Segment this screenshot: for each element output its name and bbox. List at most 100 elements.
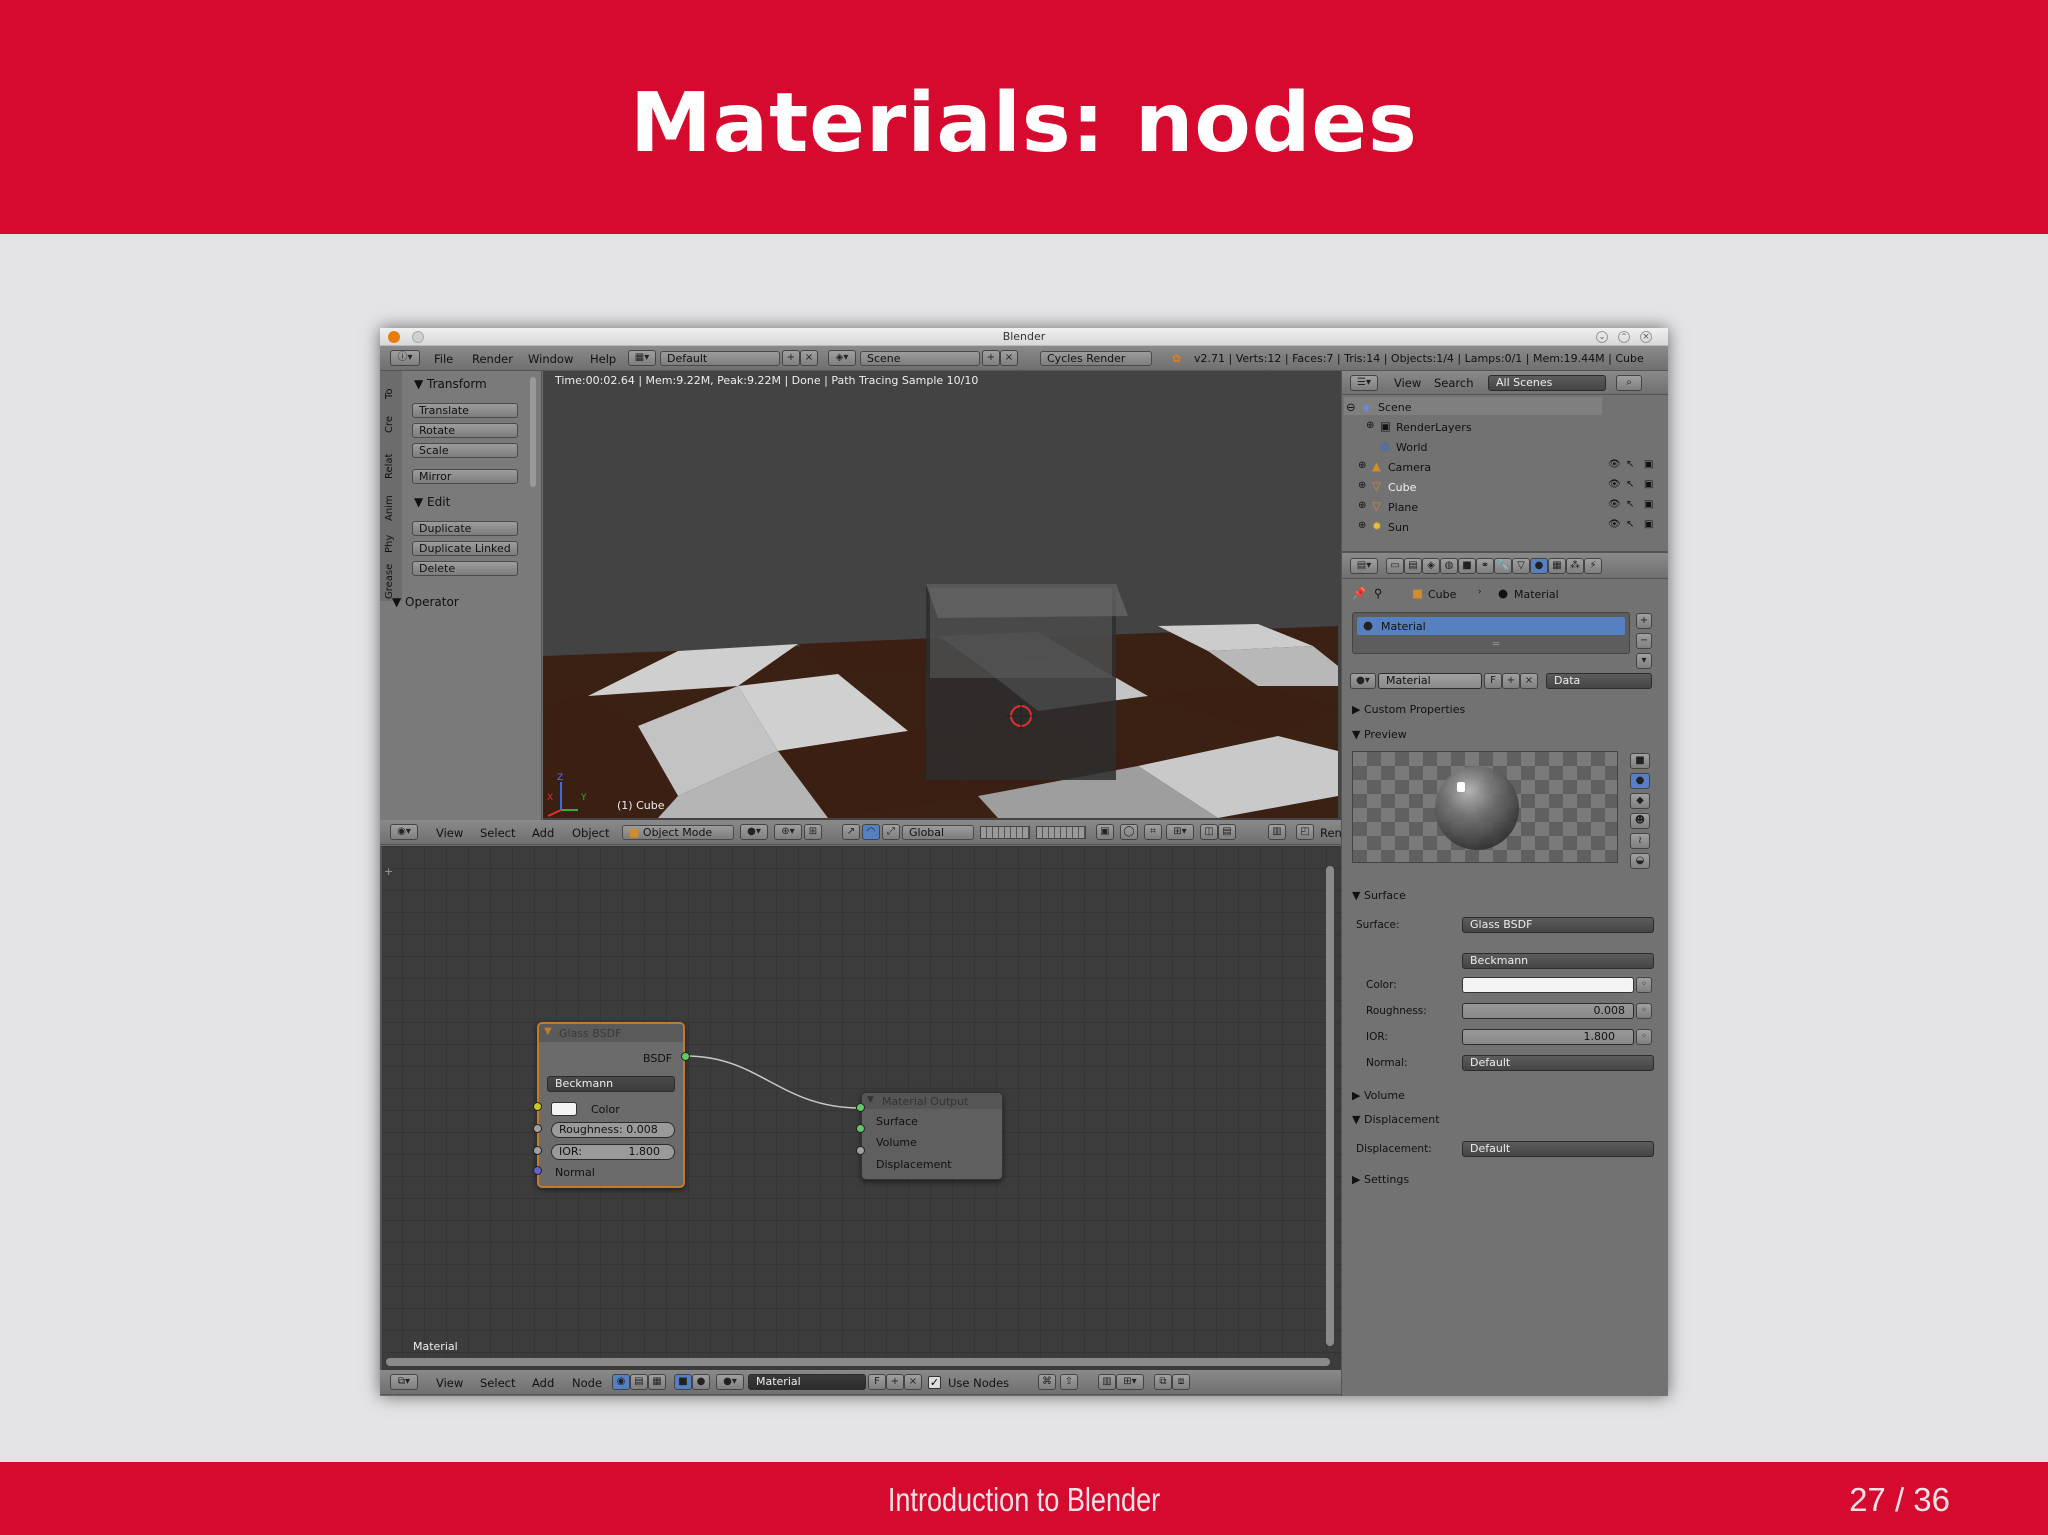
node-paste-icon[interactable]: ⧈ (1172, 1374, 1190, 1390)
slot-add-icon[interactable]: + (1636, 613, 1652, 629)
data-context-icon[interactable]: ▽ (1512, 558, 1530, 574)
outliner-editor-icon[interactable]: ☰▾ (1350, 375, 1378, 391)
menu-file[interactable]: File (434, 352, 453, 366)
preview-cube-icon[interactable]: ◆ (1630, 793, 1650, 809)
outliner-filter-select[interactable]: All Scenes (1488, 375, 1606, 391)
material-slot-list[interactable]: ● Material ═ (1352, 612, 1630, 654)
outliner-menu-view[interactable]: View (1394, 376, 1421, 390)
rotate-manipulator-icon[interactable]: ◠ (862, 824, 880, 840)
texture-context-icon[interactable]: ▦ (1548, 558, 1566, 574)
normal-input-socket[interactable] (533, 1166, 542, 1175)
tab-relations[interactable]: Relat (384, 454, 395, 479)
mode-select[interactable]: ■ Object Mode (622, 825, 734, 840)
slot-specials-icon[interactable]: ▾ (1636, 653, 1652, 669)
viewport-editor-icon[interactable]: ◉▾ (390, 824, 418, 840)
outliner-scene[interactable]: Scene (1378, 401, 1412, 414)
viewport-menu-select[interactable]: Select (480, 826, 515, 840)
scale-manipulator-icon[interactable]: ⤢ (882, 824, 900, 840)
volume-panel[interactable]: ▶ Volume (1352, 1089, 1405, 1102)
node-menu-add[interactable]: Add (532, 1376, 554, 1390)
surface-panel[interactable]: ▼ Surface (1352, 889, 1406, 902)
node-editor-type-icon[interactable]: ⧉▾ (390, 1374, 418, 1390)
material-fake-user-button[interactable]: F (1484, 673, 1502, 689)
plane-expand-icon[interactable]: ⊕ (1358, 500, 1366, 511)
layout-selector[interactable]: Default (660, 351, 780, 366)
viewport-menu-object[interactable]: Object (572, 826, 609, 840)
surface-normal-select[interactable]: Default (1462, 1055, 1654, 1071)
surface-shader-select[interactable]: Glass BSDF (1462, 917, 1654, 933)
tab-tools[interactable]: To (384, 388, 395, 399)
slot-remove-icon[interactable]: − (1636, 633, 1652, 649)
preview-sky-icon[interactable]: ◒ (1630, 853, 1650, 869)
camera-expand-icon[interactable]: ⊕ (1358, 460, 1366, 471)
node-editor-v-scrollbar[interactable] (1326, 866, 1334, 1346)
node-editor[interactable]: + ▼ Glass BSDF BSDF Beckmann Color Rough… (380, 846, 1341, 1370)
duplicate-linked-button[interactable]: Duplicate Linked (412, 541, 518, 556)
scene-icon[interactable]: ◈▾ (828, 350, 856, 366)
use-nodes-checkbox[interactable]: ✓ (928, 1376, 941, 1389)
constraints-context-icon[interactable]: ⚭ (1476, 558, 1494, 574)
texture-nodes-icon[interactable]: ▤ (630, 1374, 648, 1390)
surface-input-socket[interactable] (856, 1103, 865, 1112)
layout-add-icon[interactable]: + (782, 350, 800, 366)
custom-properties-panel[interactable]: ▶ Custom Properties (1352, 703, 1465, 716)
node-menu-node[interactable]: Node (572, 1376, 602, 1390)
displacement-input-socket[interactable] (856, 1146, 865, 1155)
maximize-icon[interactable]: ⌃ (1618, 331, 1630, 343)
world-context-icon[interactable]: ◍ (1440, 558, 1458, 574)
node-material-add-icon[interactable]: + (886, 1374, 904, 1390)
outliner-world[interactable]: World (1396, 441, 1428, 454)
visibility-eye-icon[interactable]: 👁 (1608, 499, 1621, 510)
glass-ior-field[interactable]: IOR: 1.800 (551, 1144, 675, 1160)
object-context-icon[interactable]: ■ (1458, 558, 1476, 574)
layers-grid-a[interactable] (980, 826, 1030, 839)
render-region-icon[interactable]: ◰ (1296, 824, 1314, 840)
menu-render[interactable]: Render (472, 352, 513, 366)
node-backdrop-icon[interactable]: ▥ (1098, 1374, 1116, 1390)
ior-input-socket[interactable] (533, 1146, 542, 1155)
material-slot-row[interactable]: ● Material (1357, 617, 1625, 635)
bsdf-output-socket[interactable] (681, 1052, 690, 1061)
edit-panel-header[interactable]: ▼ Edit (414, 495, 450, 509)
select-arrow-icon[interactable]: ↖ (1626, 479, 1634, 490)
material-context-icon[interactable]: ● (1530, 558, 1548, 574)
surface-ior-field[interactable]: 1.800 (1462, 1029, 1634, 1045)
surface-distribution-select[interactable]: Beckmann (1462, 953, 1654, 969)
sun-expand-icon[interactable]: ⊕ (1358, 520, 1366, 531)
layout-icon[interactable]: ▦▾ (628, 350, 656, 366)
output-collapse-icon[interactable]: ▼ (867, 1095, 874, 1105)
preview-monkey-icon[interactable]: ☻ (1630, 813, 1650, 829)
object-shader-icon[interactable]: ■ (674, 1374, 692, 1390)
node-menu-view[interactable]: View (436, 1376, 463, 1390)
preview-flat-icon[interactable]: ■ (1630, 753, 1650, 769)
material-new-icon[interactable]: + (1502, 673, 1520, 689)
surface-color-swatch[interactable] (1462, 977, 1634, 993)
proportional-edit-icon[interactable]: ◯ (1120, 824, 1138, 840)
outliner-menu-search[interactable]: Search (1434, 376, 1474, 390)
translate-button[interactable]: Translate (412, 403, 518, 418)
outliner-renderlayers[interactable]: RenderLayers (1396, 421, 1472, 434)
select-arrow-icon[interactable]: ↖ (1626, 499, 1634, 510)
scene-add-icon[interactable]: + (982, 350, 1000, 366)
volume-input-socket[interactable] (856, 1124, 865, 1133)
displacement-select[interactable]: Default (1462, 1141, 1654, 1157)
pivot-icon[interactable]: ⊕▾ (774, 824, 802, 840)
minimize-icon[interactable]: ⌄ (1596, 331, 1608, 343)
render-button-cut[interactable]: Ren (1320, 826, 1342, 840)
material-output-node[interactable]: ▼ Material Output Surface Volume Displac… (861, 1092, 1003, 1180)
modifiers-context-icon[interactable]: 🔧 (1494, 558, 1512, 574)
node-editor-h-scrollbar[interactable] (386, 1358, 1330, 1366)
orientation-select[interactable]: Global (902, 825, 974, 840)
quad-view-icon[interactable]: ▥ (1268, 824, 1286, 840)
shading-icon[interactable]: ●▾ (740, 824, 768, 840)
preview-hair-icon[interactable]: ≀ (1630, 833, 1650, 849)
mirror-button[interactable]: Mirror (412, 469, 518, 484)
preview-panel[interactable]: ▼ Preview (1352, 728, 1407, 741)
layers-context-icon[interactable]: ▤ (1404, 558, 1422, 574)
material-unlink-icon[interactable]: × (1520, 673, 1538, 689)
info-editor-icon[interactable]: ⓘ▾ (390, 350, 420, 366)
scene-selector[interactable]: Scene (860, 351, 980, 366)
node-snap-mode-icon[interactable]: ⊞▾ (1116, 1374, 1144, 1390)
render-camera-icon[interactable]: ▣ (1644, 519, 1653, 530)
opengl-render-icon[interactable]: ◫ (1200, 824, 1218, 840)
